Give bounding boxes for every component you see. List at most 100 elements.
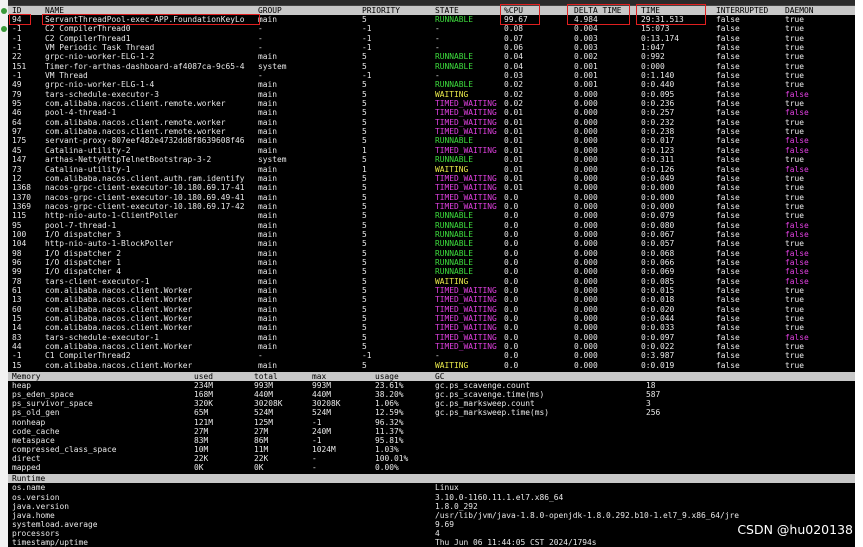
thread-daemon: true <box>785 24 805 34</box>
thread-row: 100 I/O dispatcher 3 main 5 RUNNABLE 0.0 0.000… <box>8 230 855 239</box>
thread-delta-time: 0.000 <box>574 342 598 352</box>
thread-cpu: 0.0 <box>504 332 519 342</box>
memory-table-body: heap 234M 993M 993M 23.61% gc.ps_scavenge.cou… <box>8 381 855 472</box>
col-id-header: ID <box>12 6 22 15</box>
thread-interrupted: false <box>716 127 740 137</box>
memory-usage: 96.32% <box>375 417 404 427</box>
thread-name: com.alibaba.nacos.client.auth.ram.identi… <box>45 173 245 183</box>
thread-priority: 5 <box>362 192 367 202</box>
thread-cpu: 0.06 <box>504 43 524 53</box>
thread-name: com.alibaba.nacos.client.remote.worker <box>45 127 226 137</box>
arthas-dashboard-terminal[interactable]: ID NAME GROUP PRIORITY STATE %CPU DELTA … <box>8 0 855 547</box>
thread-daemon: true <box>785 201 805 211</box>
memory-total: 11M <box>254 445 269 455</box>
memory-pool-name: mapped <box>12 463 41 473</box>
memory-row: code_cache 27M 27M 240M 11.37% <box>8 427 855 436</box>
thread-priority: 5 <box>362 342 367 352</box>
memory-max: 524M <box>312 408 332 418</box>
memory-pool-name: code_cache <box>12 426 60 436</box>
thread-group: main <box>258 257 278 267</box>
thread-row: 1370 nacos-grpc-client-executor-10.180.69… <box>8 193 855 202</box>
thread-state: RUNNABLE <box>435 267 474 277</box>
thread-priority: 5 <box>362 276 367 286</box>
thread-daemon: true <box>785 80 805 90</box>
gc-metric-name: gc.ps_marksweep.time(ms) <box>435 408 550 418</box>
thread-interrupted: false <box>716 136 740 146</box>
thread-row: 14 com.alibaba.nacos.client.Worker main 5 TI… <box>8 323 855 332</box>
runtime-row: timestamp/uptime Thu Jun 06 11:44:05 CST … <box>8 538 855 547</box>
runtime-row: os.name Linux <box>8 483 855 492</box>
thread-interrupted: false <box>716 89 740 99</box>
thread-name: C1 CompilerThread2 <box>45 351 131 361</box>
thread-id: -1 <box>12 71 22 81</box>
thread-delta-time: 0.000 <box>574 295 598 305</box>
thread-group: main <box>258 136 278 146</box>
thread-name: pool-7-thread-1 <box>45 220 117 230</box>
thread-priority: -1 <box>362 43 372 53</box>
thread-state: RUNNABLE <box>435 61 474 71</box>
thread-state: RUNNABLE <box>435 220 474 230</box>
thread-delta-time: 0.001 <box>574 61 598 71</box>
thread-priority: 5 <box>362 220 367 230</box>
thread-group: - <box>258 351 263 361</box>
memory-row: ps_survivor_space 320K 30208K 30208K 1.06% gc… <box>8 399 855 408</box>
thread-id: 14 <box>12 323 22 333</box>
thread-delta-time: 0.000 <box>574 323 598 333</box>
runtime-property-value: 1.8.0_292 <box>435 501 478 511</box>
memory-max: 1024M <box>312 445 336 455</box>
thread-delta-time: 0.000 <box>574 229 598 239</box>
thread-daemon: true <box>785 155 805 165</box>
thread-daemon: true <box>785 71 805 81</box>
thread-row: 78 tars-client-executor-1 main 5 WAITING 0.0 0… <box>8 277 855 286</box>
thread-delta-time: 0.000 <box>574 173 598 183</box>
gc-metric-value: 587 <box>646 390 661 400</box>
thread-state: - <box>435 24 440 34</box>
thread-time: 0:0.000 <box>641 192 675 202</box>
runtime-row: java.version 1.8.0_292 <box>8 502 855 511</box>
left-window-edge <box>0 0 8 547</box>
thread-interrupted: false <box>716 342 740 352</box>
thread-id: 12 <box>12 173 22 183</box>
thread-priority: 5 <box>362 89 367 99</box>
thread-group: main <box>258 117 278 127</box>
memory-used: 168M <box>194 390 214 400</box>
thread-row: 15 com.alibaba.nacos.client.Worker main 5 WA… <box>8 361 855 370</box>
thread-cpu: 0.0 <box>504 276 519 286</box>
thread-interrupted: false <box>716 192 740 202</box>
thread-name: tars-client-executor-1 <box>45 276 150 286</box>
runtime-property-name: os.version <box>12 492 60 502</box>
thread-name: com.alibaba.nacos.client.Worker <box>45 285 193 295</box>
thread-delta-time: 0.000 <box>574 164 598 174</box>
thread-cpu: 0.01 <box>504 164 524 174</box>
memory-total: 440M <box>254 390 274 400</box>
memory-max: -1 <box>312 417 322 427</box>
thread-time: 0:0.044 <box>641 314 675 323</box>
thread-id: 61 <box>12 285 22 295</box>
thread-time: 0:0.018 <box>641 295 675 305</box>
thread-priority: 5 <box>362 314 367 323</box>
thread-group: main <box>258 201 278 211</box>
thread-priority: -1 <box>362 33 372 43</box>
thread-time: 0:0.017 <box>641 136 675 146</box>
thread-state: TIMED_WAITING <box>435 285 497 295</box>
thread-time: 0:0.079 <box>641 211 675 221</box>
thread-group: main <box>258 285 278 295</box>
memory-usage: 11.37% <box>375 426 404 436</box>
memory-usage: 95.81% <box>375 435 404 445</box>
thread-name: nacos-grpc-client-executor-10.180.69.17-… <box>45 201 245 211</box>
thread-group: main <box>258 108 278 118</box>
thread-id: 94 <box>12 15 22 24</box>
thread-group: main <box>258 304 278 314</box>
thread-interrupted: false <box>716 33 740 43</box>
thread-name: com.alibaba.nacos.client.Worker <box>45 360 193 370</box>
thread-interrupted: false <box>716 24 740 34</box>
thread-daemon: true <box>785 351 805 361</box>
thread-priority: 5 <box>362 211 367 221</box>
thread-id: -1 <box>12 24 22 34</box>
runtime-title: Runtime <box>12 474 46 484</box>
thread-name: VM Thread <box>45 71 88 81</box>
thread-row: 49 grpc-nio-worker-ELG-1-4 main 5 RUNNABLE 0.… <box>8 80 855 89</box>
gc-metric-name: gc.ps_marksweep.count <box>435 399 535 409</box>
thread-row: 1369 nacos-grpc-client-executor-10.180.69… <box>8 202 855 211</box>
thread-name: grpc-nio-worker-ELG-1-2 <box>45 52 155 62</box>
